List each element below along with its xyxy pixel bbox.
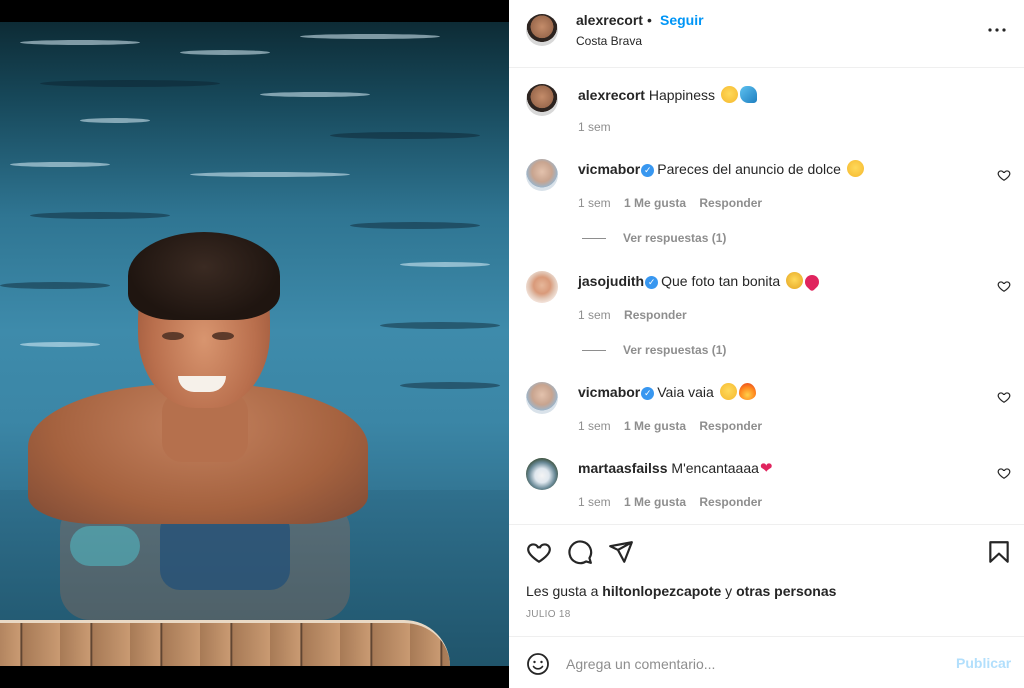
comment-text: Pareces del anuncio de dolce <box>657 161 841 177</box>
reply-button[interactable]: Responder <box>699 419 762 433</box>
heart-icon[interactable] <box>997 168 1011 182</box>
avatar[interactable] <box>526 458 558 490</box>
heart-icon[interactable] <box>526 539 552 565</box>
comment-time[interactable]: 1 sem <box>578 308 611 322</box>
heart-icon[interactable] <box>997 390 1011 404</box>
heart-icon[interactable] <box>997 466 1011 480</box>
post-date[interactable]: JULIO 18 <box>526 609 571 620</box>
comment-likes[interactable]: 1 Me gusta <box>624 495 686 509</box>
avatar[interactable] <box>526 271 558 303</box>
list-item: martaasfailss M'encantaaaa❤ <box>578 459 773 477</box>
comment-username[interactable]: jasojudith <box>578 273 644 289</box>
reply-button[interactable]: Responder <box>699 495 762 509</box>
liked-by-text: Les gusta a hiltonlopezcapote y otras pe… <box>526 583 837 599</box>
comment-time[interactable]: 1 sem <box>578 196 611 210</box>
person-hair <box>128 232 280 320</box>
post-media[interactable] <box>0 0 509 688</box>
comment-username[interactable]: vicmabor <box>578 384 640 400</box>
broken-heart-emoji <box>802 272 823 292</box>
comment-time[interactable]: 1 sem <box>578 419 611 433</box>
post-actions: Les gusta a hiltonlopezcapote y otras pe… <box>509 524 1024 636</box>
list-item: jasojudith ✓ Que foto tan bonita <box>578 272 823 292</box>
header-username[interactable]: alexrecort <box>576 12 643 28</box>
comment-likes[interactable]: 1 Me gusta <box>624 419 686 433</box>
laughing-face-emoji <box>846 160 864 177</box>
list-item: vicmabor ✓ Vaia vaia <box>578 383 756 400</box>
boat-deck <box>0 620 450 666</box>
comment-icon[interactable] <box>567 539 593 565</box>
fire-emoji <box>738 383 756 400</box>
comment-meta: 1 sem 1 Me gusta Responder <box>578 419 762 433</box>
avatar[interactable] <box>526 84 558 116</box>
caption-text: Happiness <box>648 87 715 103</box>
separator-dot: • <box>647 12 652 28</box>
red-heart-emoji: ❤ <box>759 460 773 477</box>
caption-username[interactable]: alexrecort <box>578 87 645 103</box>
comment-username[interactable]: martaasfailss <box>578 460 668 476</box>
view-replies-button[interactable]: Ver respuestas (1) <box>623 343 726 357</box>
comments-list[interactable]: alexrecort Happiness 1 sem vicmabor ✓ Pare… <box>509 68 1024 524</box>
paper-plane-icon[interactable] <box>608 539 634 565</box>
heart-icon[interactable] <box>997 279 1011 293</box>
comment-meta: 1 sem 1 Me gusta Responder <box>578 495 762 509</box>
caption: alexrecort Happiness <box>578 86 757 103</box>
avatar[interactable] <box>526 14 558 46</box>
follow-button[interactable]: Seguir <box>660 12 704 28</box>
reply-button[interactable]: Responder <box>699 196 762 210</box>
avatar[interactable] <box>526 159 558 191</box>
caption-time[interactable]: 1 sem <box>578 120 611 134</box>
liked-by-others[interactable]: otras personas <box>736 583 836 599</box>
bookmark-icon[interactable] <box>986 539 1012 565</box>
comment-text: M'encantaaaa <box>671 460 759 476</box>
comment-text: Que foto tan bonita <box>661 273 781 289</box>
water-wave-emoji <box>739 86 757 103</box>
view-replies-button[interactable]: Ver respuestas (1) <box>623 231 726 245</box>
verified-badge-icon: ✓ <box>641 387 655 400</box>
comment-meta: 1 sem Responder <box>578 308 687 322</box>
heart-eyes-emoji <box>719 383 737 400</box>
post-header: alexrecort • Seguir Costa Brava <box>509 0 1024 68</box>
more-horizontal-icon[interactable] <box>985 20 1009 40</box>
post-panel: alexrecort • Seguir Costa Brava alexreco… <box>509 0 1024 688</box>
comment-username[interactable]: vicmabor <box>578 161 640 177</box>
liked-by-user[interactable]: hiltonlopezcapote <box>602 583 721 599</box>
avatar[interactable] <box>526 382 558 414</box>
comment-likes[interactable]: 1 Me gusta <box>624 196 686 210</box>
verified-badge-icon: ✓ <box>641 164 655 177</box>
location-link[interactable]: Costa Brava <box>576 34 642 48</box>
publish-button[interactable]: Publicar <box>956 655 1011 671</box>
smiley-icon[interactable] <box>526 652 550 676</box>
comment-time[interactable]: 1 sem <box>578 495 611 509</box>
grinning-face-emoji <box>720 86 738 103</box>
reply-button[interactable]: Responder <box>624 308 687 322</box>
verified-badge-icon: ✓ <box>645 276 659 289</box>
list-item: vicmabor ✓ Pareces del anuncio de dolce <box>578 160 864 177</box>
comment-input[interactable] <box>566 653 936 675</box>
comment-composer: Publicar <box>509 636 1024 688</box>
comment-text: Vaia vaia <box>657 384 714 400</box>
pleading-face-emoji <box>786 272 804 289</box>
comment-meta: 1 sem 1 Me gusta Responder <box>578 196 762 210</box>
